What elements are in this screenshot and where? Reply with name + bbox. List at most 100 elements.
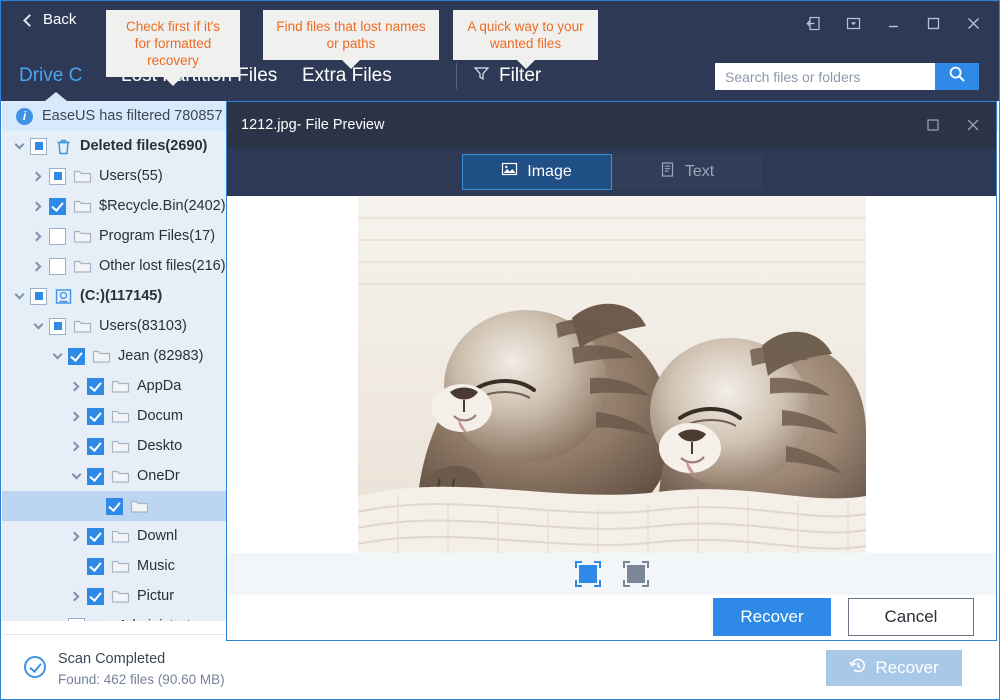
tree-row[interactable]: Deskto: [2, 431, 230, 461]
main-recover-button[interactable]: Recover: [826, 650, 962, 686]
tree-row[interactable]: AppDa: [2, 371, 230, 401]
tree-row[interactable]: Program Files(17): [2, 221, 230, 251]
chevron-down-icon[interactable]: [10, 139, 28, 150]
preview-viewport: [227, 196, 996, 553]
maximize-icon[interactable]: [918, 112, 948, 138]
dialog-recover-button[interactable]: Recover: [713, 597, 831, 636]
easeus-data-recovery-window: Back Drive C Files Extra Files Filter Se…: [0, 0, 1000, 700]
dialog-cancel-button[interactable]: Cancel: [848, 597, 974, 636]
tree-row-label: Pictur: [137, 588, 175, 604]
tree-row[interactable]: (C:)(117145): [2, 281, 230, 311]
close-icon[interactable]: [958, 112, 988, 138]
folder-icon: [73, 168, 92, 184]
chevron-down-icon[interactable]: [29, 319, 47, 330]
file-preview-dialog: 1212.jpg- File Preview Image Text Recove…: [226, 101, 997, 641]
tab-text[interactable]: Text: [611, 154, 762, 190]
tree-row[interactable]: Administrator: [2, 611, 230, 621]
chevron-down-icon[interactable]: [67, 469, 85, 480]
tree-row[interactable]: Downl: [2, 521, 230, 551]
tree-checkbox[interactable]: [49, 257, 66, 275]
tree-row[interactable]: Jean (82983): [2, 341, 230, 371]
tree-row-label: Users(55): [99, 168, 163, 184]
tree-checkbox[interactable]: [49, 167, 66, 185]
tree-row[interactable]: Users(83103): [2, 311, 230, 341]
tree-row-label: Users(83103): [99, 318, 187, 334]
tree-checkbox[interactable]: [87, 467, 104, 485]
check-circle-icon: [24, 656, 46, 678]
tree-row-label: AppDa: [137, 378, 182, 394]
active-tab-pointer: [45, 92, 67, 101]
preview-mode-tabs: Image Text: [227, 148, 996, 196]
folder-icon: [92, 618, 111, 621]
chevron-right-icon[interactable]: [29, 171, 47, 181]
folder-icon: [73, 198, 92, 214]
chevron-right-icon[interactable]: [67, 591, 85, 601]
dropdown-icon[interactable]: [837, 10, 869, 36]
minimize-icon[interactable]: [877, 10, 909, 36]
tree-row-label: Downl: [137, 528, 178, 544]
search-input[interactable]: [716, 64, 934, 89]
tree-checkbox[interactable]: [30, 137, 47, 155]
tree-checkbox[interactable]: [30, 287, 47, 305]
notice-text: EaseUS has filtered 780857 'G: [42, 108, 241, 124]
maximize-icon[interactable]: [917, 10, 949, 36]
tree-checkbox[interactable]: [87, 527, 104, 545]
tree-checkbox[interactable]: [49, 197, 66, 215]
chevron-right-icon[interactable]: [67, 531, 85, 541]
back-button[interactable]: Back: [23, 11, 76, 28]
dialog-window-controls: [918, 112, 988, 138]
toolbar-divider: [456, 63, 457, 89]
scan-status-title: Scan Completed: [58, 651, 166, 667]
tree-row[interactable]: Users(55): [2, 161, 230, 191]
tree-checkbox[interactable]: [87, 437, 104, 455]
tree-checkbox[interactable]: [106, 497, 123, 515]
tree-row[interactable]: [2, 491, 230, 521]
dialog-footer: Recover Cancel: [227, 595, 996, 638]
chevron-down-icon[interactable]: [48, 349, 66, 360]
tree-checkbox[interactable]: [87, 377, 104, 395]
search-box: [715, 63, 935, 90]
search-button[interactable]: [935, 63, 979, 90]
chevron-down-icon[interactable]: [10, 289, 28, 300]
tree-checkbox[interactable]: [87, 407, 104, 425]
folder-icon: [111, 588, 130, 604]
tree-row[interactable]: Other lost files(216): [2, 251, 230, 281]
tab-image[interactable]: Image: [461, 154, 612, 190]
tree-row[interactable]: Deleted files(2690): [2, 131, 230, 161]
preview-body: [227, 196, 996, 595]
file-tree[interactable]: Deleted files(2690) Users(55) $Recycle.Bin…: [2, 131, 230, 621]
chevron-right-icon[interactable]: [67, 411, 85, 421]
tree-row[interactable]: Docum: [2, 401, 230, 431]
tree-row[interactable]: OneDr: [2, 461, 230, 491]
chevron-right-icon[interactable]: [67, 441, 85, 451]
folder-icon: [111, 378, 130, 394]
chevron-right-icon[interactable]: [29, 261, 47, 271]
folder-icon: [111, 408, 130, 424]
tree-checkbox[interactable]: [68, 347, 85, 365]
fit-to-window-button[interactable]: [574, 561, 601, 587]
folder-icon: [130, 498, 149, 514]
close-icon[interactable]: [957, 10, 989, 36]
tree-checkbox[interactable]: [87, 587, 104, 605]
tree-row[interactable]: $Recycle.Bin(2402): [2, 191, 230, 221]
tree-checkbox[interactable]: [87, 557, 104, 575]
tree-checkbox[interactable]: [49, 317, 66, 335]
text-icon: [659, 161, 676, 183]
main-recover-label: Recover: [875, 658, 939, 677]
trash-icon: [54, 138, 73, 155]
tree-row[interactable]: Music: [2, 551, 230, 581]
chevron-right-icon[interactable]: [67, 381, 85, 391]
chevron-right-icon[interactable]: [29, 201, 47, 211]
drive-icon: [54, 288, 73, 304]
chevron-right-icon[interactable]: [29, 231, 47, 241]
folder-icon: [73, 258, 92, 274]
tree-row-label: Deleted files(2690): [80, 138, 208, 154]
folder-icon: [92, 348, 111, 364]
exit-icon[interactable]: [797, 10, 829, 36]
actual-size-button[interactable]: [622, 561, 649, 587]
tree-row[interactable]: Pictur: [2, 581, 230, 611]
tree-checkbox[interactable]: [49, 227, 66, 245]
info-icon: i: [16, 107, 33, 125]
tree-checkbox[interactable]: [68, 617, 85, 621]
status-bar: Scan Completed Found: 462 files (90.60 M…: [2, 634, 998, 698]
